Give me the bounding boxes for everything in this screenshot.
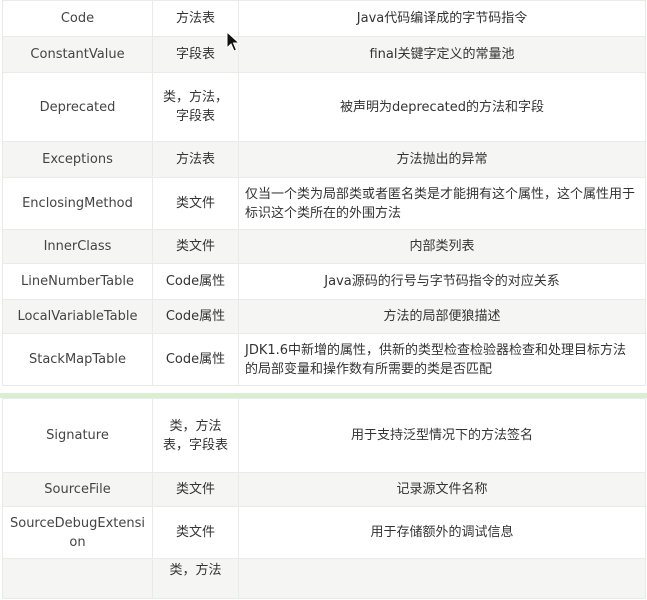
attribute-description: 方法的局部便狼描述 [238, 299, 646, 334]
table-row: SourceFile 类文件 记录源文件名称 [2, 472, 646, 507]
table-row: SourceDebugExtension 类文件 用于存储额外的调试信息 [2, 506, 646, 559]
table-row: Signature 类，方法表，字段表 用于支持泛型情况下的方法签名 [2, 398, 646, 473]
attribute-description: 用于支持泛型情况下的方法签名 [238, 398, 646, 473]
attribute-name: Deprecated [2, 72, 153, 142]
attribute-name [2, 558, 153, 599]
attribute-name: Code [2, 0, 153, 37]
attribute-scope: 类文件 [152, 506, 239, 559]
attribute-description: 仅当一个类为局部类或者匿名类是才能拥有这个属性，这个属性用于标识这个类所在的外围… [238, 177, 646, 230]
attribute-description: 被声明为deprecated的方法和字段 [238, 72, 646, 142]
attribute-table-top: Code 方法表 Java代码编译成的字节码指令 ConstantValue 字… [0, 0, 647, 389]
table-row: ConstantValue 字段表 final关键字定义的常量池 [2, 36, 646, 73]
attribute-description: JDK1.6中新增的属性，供新的类型检查检验器检查和处理目标方法的局部变量和操作… [238, 333, 646, 386]
attribute-scope: 类，方法 [152, 558, 239, 599]
attribute-description: final关键字定义的常量池 [238, 36, 646, 73]
table-row: EnclosingMethod 类文件 仅当一个类为局部类或者匿名类是才能拥有这… [2, 177, 646, 230]
table-row: 类，方法 [2, 558, 646, 599]
attribute-name: LocalVariableTable [2, 299, 153, 334]
table-row: Exceptions 方法表 方法抛出的异常 [2, 141, 646, 178]
table-row: LineNumberTable Code属性 Java源码的行号与字节码指令的对… [2, 263, 646, 300]
attribute-table: Signature 类，方法表，字段表 用于支持泛型情况下的方法签名 Sourc… [2, 398, 646, 599]
attribute-scope: 类文件 [152, 472, 239, 507]
attribute-name: StackMapTable [2, 333, 153, 386]
attribute-name: EnclosingMethod [2, 177, 153, 230]
attribute-description: Java代码编译成的字节码指令 [238, 0, 646, 37]
table-row: InnerClass 类文件 内部类列表 [2, 229, 646, 264]
attribute-name: Exceptions [2, 141, 153, 178]
table-row: StackMapTable Code属性 JDK1.6中新增的属性，供新的类型检… [2, 333, 646, 386]
attribute-scope: 类文件 [152, 229, 239, 264]
attribute-scope: Code属性 [152, 299, 239, 334]
attribute-name: Signature [2, 398, 153, 473]
attribute-name: LineNumberTable [2, 263, 153, 300]
attribute-name: ConstantValue [2, 36, 153, 73]
attribute-scope: Code属性 [152, 263, 239, 300]
attribute-description: 方法抛出的异常 [238, 141, 646, 178]
attribute-name: SourceDebugExtension [2, 506, 153, 559]
attribute-name: SourceFile [2, 472, 153, 507]
attribute-description: Java源码的行号与字节码指令的对应关系 [238, 263, 646, 300]
attribute-name: InnerClass [2, 229, 153, 264]
table-row: Code 方法表 Java代码编译成的字节码指令 [2, 0, 646, 37]
table-row: Deprecated 类，方法，字段表 被声明为deprecated的方法和字段 [2, 72, 646, 142]
attribute-description: 内部类列表 [238, 229, 646, 264]
attribute-description: 记录源文件名称 [238, 472, 646, 507]
attribute-table: Code 方法表 Java代码编译成的字节码指令 ConstantValue 字… [2, 0, 646, 386]
attribute-description [238, 558, 646, 599]
attribute-scope: 类，方法，字段表 [152, 72, 239, 142]
attribute-scope: 类文件 [152, 177, 239, 230]
attribute-description: 用于存储额外的调试信息 [238, 506, 646, 559]
table-row: LocalVariableTable Code属性 方法的局部便狼描述 [2, 299, 646, 334]
attribute-table-bottom: Signature 类，方法表，字段表 用于支持泛型情况下的方法签名 Sourc… [0, 393, 647, 600]
attribute-scope: 字段表 [152, 36, 239, 73]
attribute-scope: 方法表 [152, 0, 239, 37]
attribute-scope: 类，方法表，字段表 [152, 398, 239, 473]
attribute-scope: 方法表 [152, 141, 239, 178]
attribute-scope: Code属性 [152, 333, 239, 386]
